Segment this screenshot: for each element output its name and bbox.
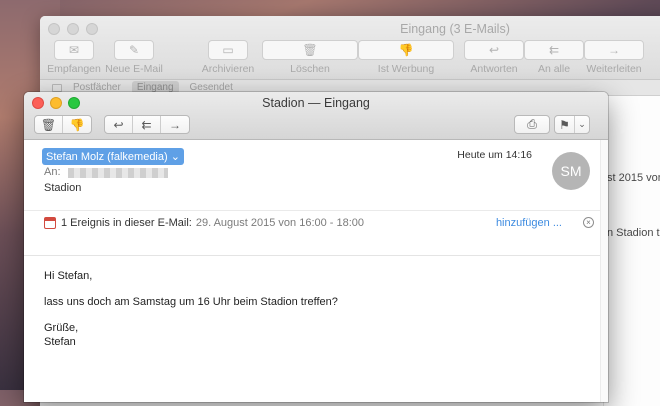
message-body: Hi Stefan, lass uns doch am Samstag um 1… xyxy=(24,256,608,363)
close-icon[interactable]: × xyxy=(583,217,594,228)
body-text: lass uns doch am Samstag um 16 Uhr beim … xyxy=(44,296,338,309)
window-title: Stadion — Eingang xyxy=(262,96,370,110)
avatar: SM xyxy=(552,152,590,190)
calendar-icon xyxy=(44,216,56,229)
junk-button[interactable]: 👎 Ist Werbung xyxy=(358,40,454,75)
trash-icon: 🗑 xyxy=(262,40,358,60)
scrollbar[interactable] xyxy=(600,140,608,402)
chevron-down-icon[interactable]: ⌄ xyxy=(575,116,589,133)
reply-all-button[interactable]: ⇇ An alle xyxy=(524,40,584,75)
message-window: Stadion — Eingang 🗑 👎 ↩ ⇇ → ⎙ ⚑ ⌄ Stefan… xyxy=(24,92,608,402)
preview-snippet: st 2015 von xyxy=(607,172,660,184)
greeting: Hi Stefan, xyxy=(44,270,93,282)
flag-group: ⚑ ⌄ xyxy=(554,115,590,134)
to-label: An: xyxy=(44,166,61,178)
envelope-icon: ✉ xyxy=(54,40,94,60)
event-count: 1 Ereignis in dieser E-Mail: xyxy=(61,216,192,229)
reply-button[interactable]: ↩ Antworten xyxy=(464,40,524,75)
forward-icon: → xyxy=(584,40,644,60)
delete-label: Löschen xyxy=(290,63,330,75)
sidebar-icon[interactable] xyxy=(52,83,62,92)
thumbs-down-icon: 👎 xyxy=(358,40,454,60)
reply-all-icon: ⇇ xyxy=(524,40,584,60)
event-banner: 1 Ereignis in dieser E-Mail: 29. August … xyxy=(24,210,608,234)
get-mail-button[interactable]: ✉ Empfangen xyxy=(47,40,101,75)
junk-label: Ist Werbung xyxy=(377,63,435,75)
delete-button[interactable]: 🗑 Löschen xyxy=(262,40,358,75)
recipient-redacted xyxy=(68,168,168,178)
get-mail-label: Empfangen xyxy=(47,63,101,75)
forward-icon[interactable]: → xyxy=(161,116,189,133)
archive-label: Archivieren xyxy=(201,63,255,75)
forward-button[interactable]: → Weiterleiten xyxy=(584,40,644,75)
preview-snippet: n Stadion tre xyxy=(607,227,660,239)
forward-label: Weiterleiten xyxy=(586,63,642,75)
received-date: Heute um 14:16 xyxy=(457,149,532,161)
message-titlebar: Stadion — Eingang 🗑 👎 ↩ ⇇ → ⎙ ⚑ ⌄ xyxy=(24,92,608,140)
reply-all-icon[interactable]: ⇇ xyxy=(133,116,161,133)
mailbox-titlebar: Eingang (3 E-Mails) ✉ Empfangen ✎ Neue E… xyxy=(40,16,660,80)
reply-icon: ↩ xyxy=(464,40,524,60)
print-icon[interactable]: ⎙ xyxy=(515,116,549,133)
reply-all-label: An alle xyxy=(537,63,571,75)
thumbs-down-icon[interactable]: 👎 xyxy=(63,116,91,133)
event-date: 29. August 2015 von 16:00 - 18:00 xyxy=(195,216,365,229)
signature: Stefan xyxy=(44,335,76,348)
flag-icon[interactable]: ⚑ xyxy=(555,116,575,133)
add-event-link[interactable]: hinzufügen ... xyxy=(496,217,562,229)
compose-icon: ✎ xyxy=(114,40,154,60)
new-message-button[interactable]: ✎ Neue E-Mail xyxy=(105,40,163,75)
message-header: Stefan Molz (falkemedia) ⌄ An: Stadion H… xyxy=(24,140,608,256)
reply-label: Antworten xyxy=(470,63,518,75)
archive-icon: ▭ xyxy=(208,40,248,60)
mailbox-title: Eingang (3 E-Mails) xyxy=(400,22,510,36)
archive-button[interactable]: ▭ Archivieren xyxy=(200,40,256,75)
sender-name[interactable]: Stefan Molz (falkemedia) ⌄ xyxy=(42,148,184,165)
print-group: ⎙ xyxy=(514,115,550,134)
new-message-label: Neue E-Mail xyxy=(105,63,163,75)
delete-junk-group: 🗑 👎 xyxy=(34,115,92,134)
reply-group: ↩ ⇇ → xyxy=(104,115,190,134)
subject-line: Stadion xyxy=(44,182,82,194)
closing: Grüße, xyxy=(44,322,79,335)
reply-icon[interactable]: ↩ xyxy=(105,116,133,133)
trash-icon[interactable]: 🗑 xyxy=(35,116,63,133)
